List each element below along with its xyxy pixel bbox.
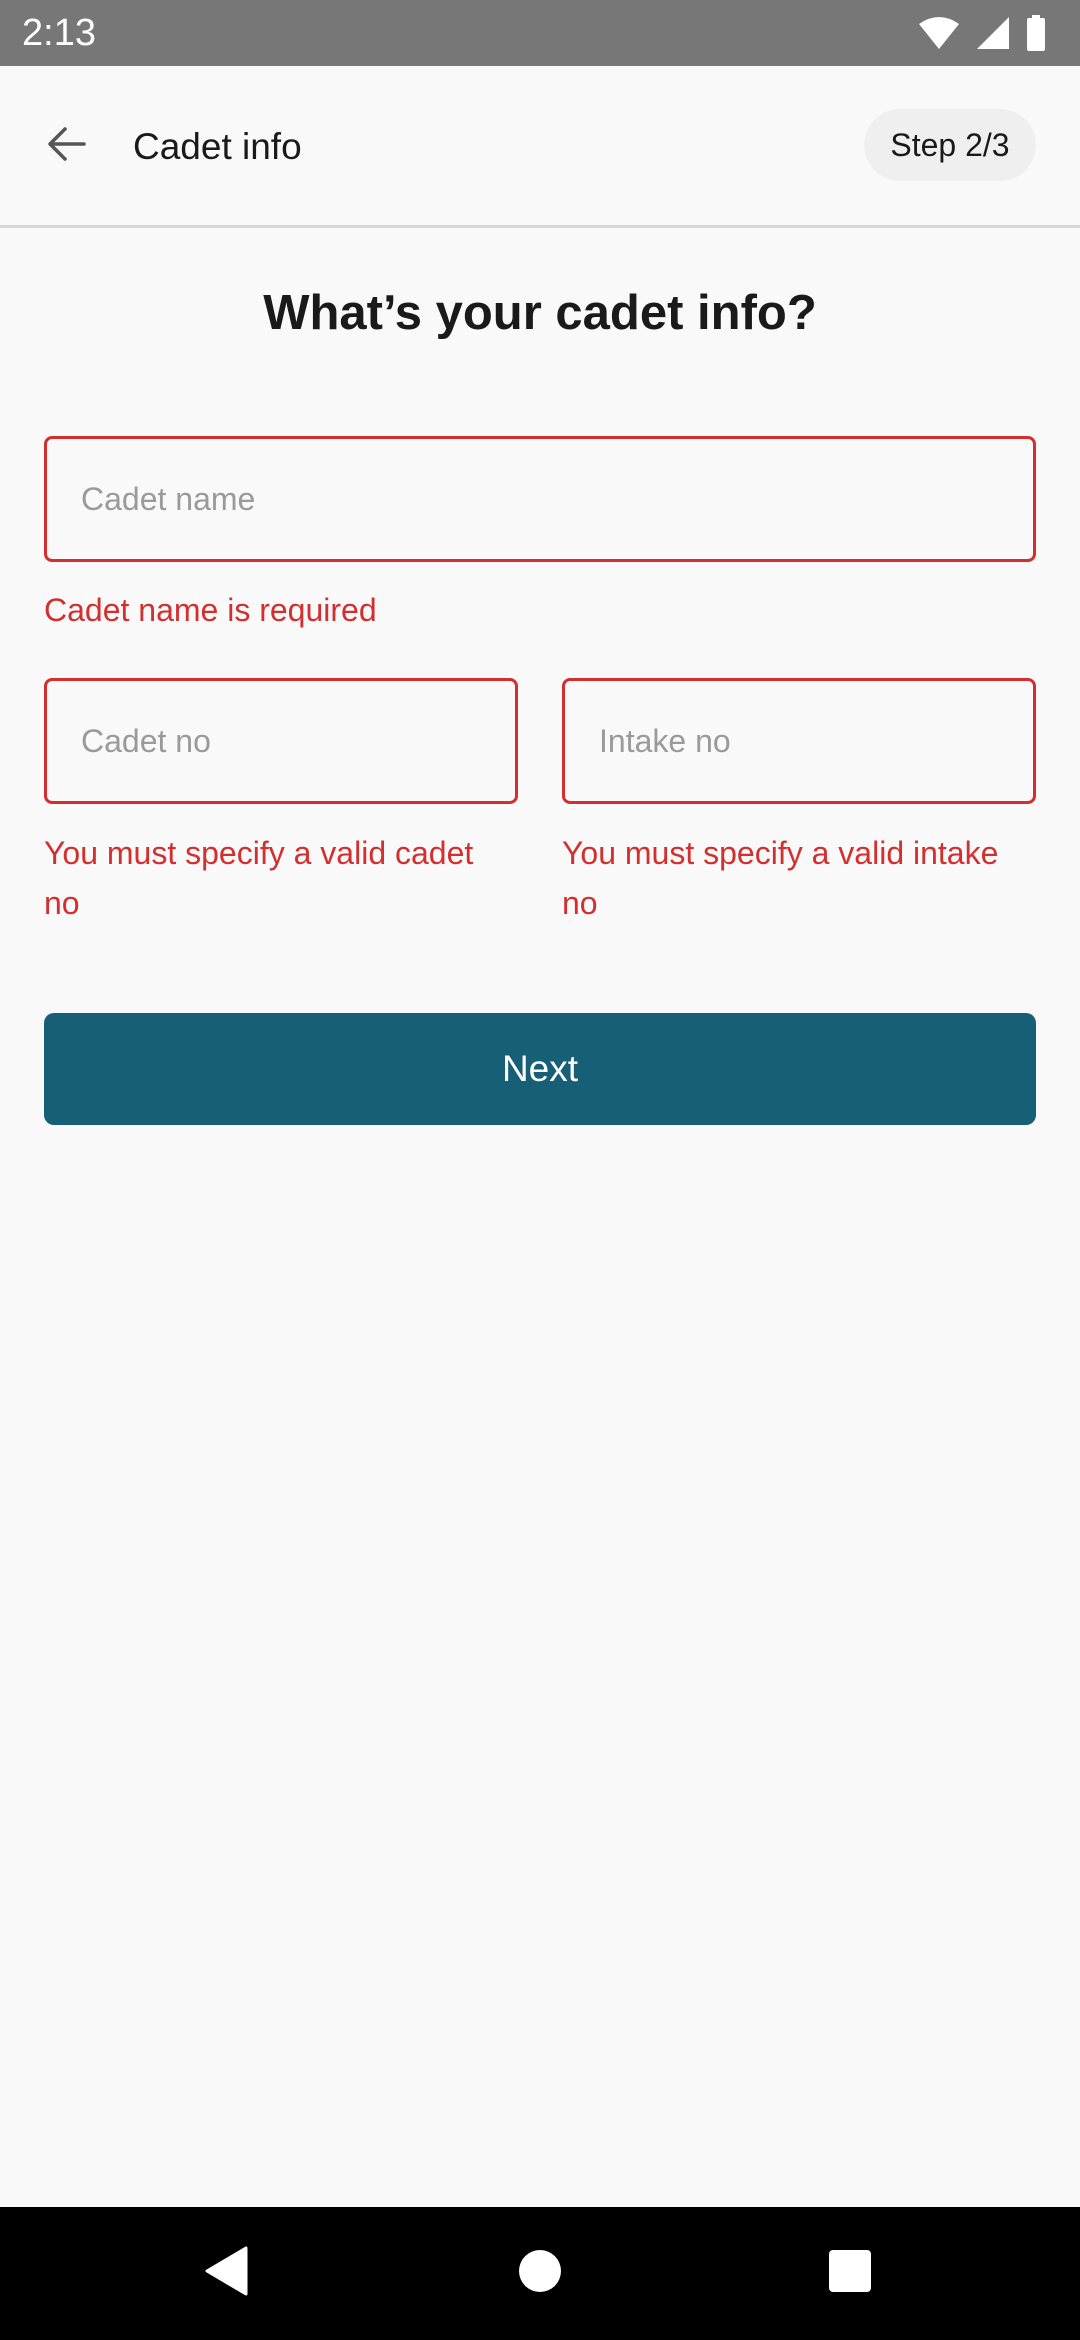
next-button[interactable]: Next [44,1013,1036,1125]
intake-no-input[interactable] [565,681,1033,801]
intake-no-error-line2: no [562,885,598,921]
cellular-signal-icon [976,16,1010,55]
nav-back-button[interactable] [166,2207,286,2340]
page-title: Cadet info [133,126,302,167]
wifi-icon [918,16,960,55]
intake-no-field [562,678,1036,804]
home-circle-icon [518,2249,562,2298]
step-indicator: Step 2/3 [864,109,1036,181]
nav-home-button[interactable] [480,2207,600,2340]
back-triangle-icon [204,2246,248,2301]
recents-square-icon [828,2249,872,2298]
cadet-no-error-line2: no [44,885,80,921]
intake-no-error-line1: You must specify a valid intake [562,835,999,871]
cadet-no-error-line1: You must specify a valid cadet [44,835,474,871]
cadet-name-error: Cadet name is required [44,592,377,628]
status-time: 2:13 [22,12,96,54]
battery-icon [1026,15,1046,56]
status-bar: 2:13 [0,0,1080,66]
cadet-no-field [44,678,518,804]
cadet-name-input[interactable] [47,439,1033,559]
cadet-name-field [44,436,1036,562]
cadet-no-error: You must specify a valid cadet no [44,828,473,928]
nav-recents-button[interactable] [790,2207,910,2340]
arrow-left-icon [46,124,86,169]
status-icons [918,15,1046,56]
app-bar: Cadet info Step 2/3 [0,66,1080,228]
system-nav-bar [0,2207,1080,2340]
cadet-no-input[interactable] [47,681,515,801]
back-button[interactable] [36,116,96,176]
form-heading: What’s your cadet info? [263,286,817,340]
intake-no-error: You must specify a valid intake no [562,828,998,928]
